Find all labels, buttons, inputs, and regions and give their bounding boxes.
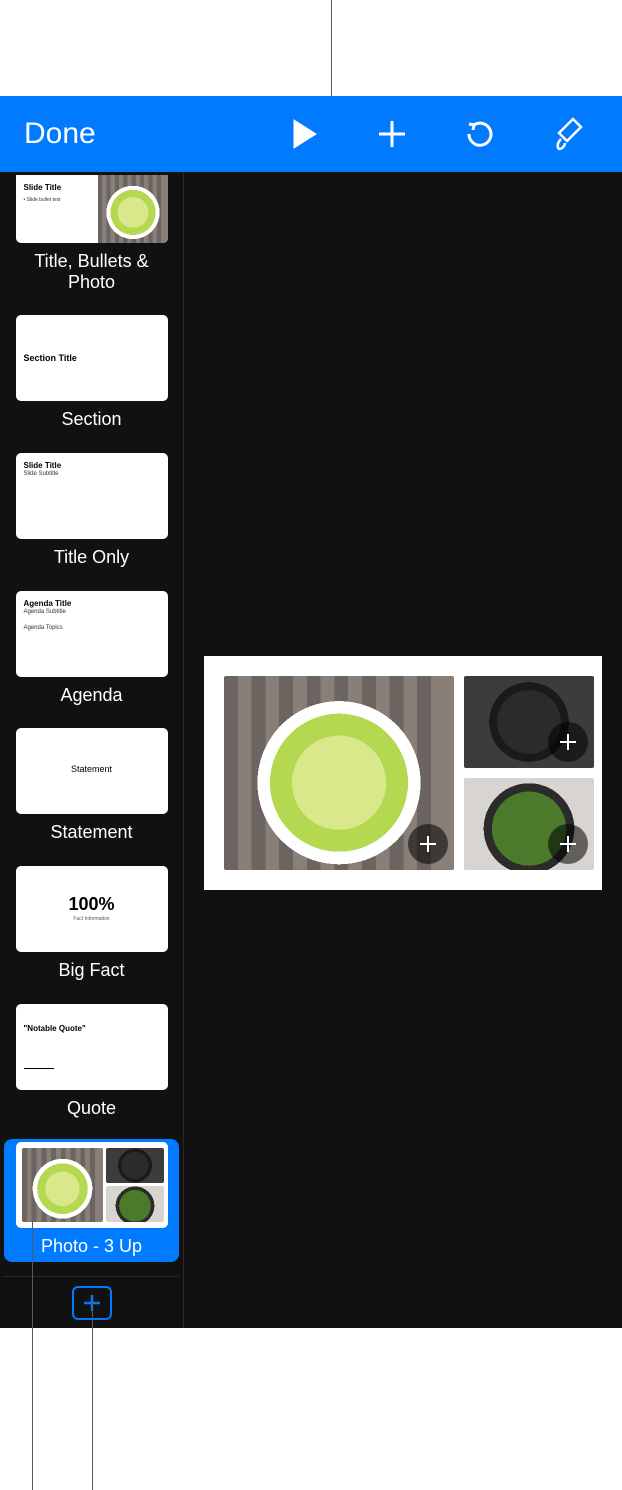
- replace-image-button[interactable]: [548, 722, 588, 762]
- paintbrush-icon: [551, 115, 585, 153]
- plus-icon: [556, 730, 580, 754]
- thumb-title: Agenda Title: [24, 599, 72, 608]
- plus-icon: [375, 117, 409, 151]
- workarea: Slide Title • Slide bullet text Title, B…: [0, 172, 622, 1328]
- thumb-photo: [106, 1186, 165, 1222]
- slide-canvas[interactable]: [204, 656, 602, 890]
- layout-photo-3-up[interactable]: Photo - 3 Up: [4, 1139, 179, 1263]
- layout-thumb: Slide Title Slide Subtitle: [16, 453, 168, 539]
- plus-icon: [416, 832, 440, 856]
- thumb-extra: Agenda Topics: [24, 625, 63, 631]
- layout-thumb: Slide Title • Slide bullet text: [16, 175, 168, 243]
- replace-image-button[interactable]: [548, 824, 588, 864]
- layout-section[interactable]: Section Title Section: [4, 312, 179, 436]
- thumb-quote: "Notable Quote": [24, 1024, 86, 1033]
- layout-label: Title Only: [54, 547, 129, 568]
- thumb-subtitle: Agenda Subtitle: [24, 609, 66, 615]
- layout-thumb: [16, 1142, 168, 1228]
- layout-label: Big Fact: [58, 960, 124, 981]
- layout-label: Quote: [67, 1098, 116, 1119]
- insert-button[interactable]: [348, 96, 436, 172]
- image-placeholder-top-right[interactable]: [464, 676, 594, 768]
- toolbar: Done: [0, 96, 622, 172]
- slide-layout-sidebar[interactable]: Slide Title • Slide bullet text Title, B…: [0, 172, 184, 1328]
- layout-label: Photo - 3 Up: [41, 1236, 142, 1257]
- replace-image-button[interactable]: [408, 824, 448, 864]
- plus-icon: [556, 832, 580, 856]
- layout-agenda[interactable]: Agenda Title Agenda Subtitle Agenda Topi…: [4, 588, 179, 712]
- keynote-app: Done Slide Title • Slide bullet text Tit…: [0, 96, 622, 1328]
- thumb-attribution-line: [24, 1068, 54, 1069]
- layout-statement[interactable]: Statement Statement: [4, 725, 179, 849]
- layout-thumb: Statement: [16, 728, 168, 814]
- image-placeholder-bottom-right[interactable]: [464, 778, 594, 870]
- thumb-title: Slide Title: [24, 461, 62, 470]
- play-button[interactable]: [260, 96, 348, 172]
- layout-big-fact[interactable]: 100% Fact Information Big Fact: [4, 863, 179, 987]
- layout-label: Title, Bullets & Photo: [12, 251, 172, 292]
- layout-label: Section: [61, 409, 121, 430]
- layout-thumb: 100% Fact Information: [16, 866, 168, 952]
- layout-quote[interactable]: "Notable Quote" Quote: [4, 1001, 179, 1125]
- layout-title-bullets-photo[interactable]: Slide Title • Slide bullet text Title, B…: [4, 172, 179, 298]
- layout-label: Statement: [50, 822, 132, 843]
- thumb-center-sub: Fact Information: [16, 916, 168, 922]
- thumb-photo: [98, 175, 168, 243]
- image-placeholder-large[interactable]: [224, 676, 454, 870]
- undo-icon: [463, 117, 497, 151]
- thumb-title: Slide Title: [24, 183, 62, 192]
- callout-line-bottom-1: [32, 1220, 33, 1490]
- play-icon: [290, 118, 318, 150]
- layout-thumb: "Notable Quote": [16, 1004, 168, 1090]
- layout-thumb: Agenda Title Agenda Subtitle Agenda Topi…: [16, 591, 168, 677]
- undo-button[interactable]: [436, 96, 524, 172]
- thumb-bullet: • Slide bullet text: [24, 197, 61, 203]
- done-button[interactable]: Done: [10, 117, 110, 151]
- slide-canvas-area[interactable]: [184, 172, 622, 1328]
- thumb-center: 100%: [16, 894, 168, 915]
- thumb-subtitle: Slide Subtitle: [24, 471, 59, 477]
- thumb-photo: [106, 1148, 165, 1184]
- layout-label: Agenda: [60, 685, 122, 706]
- callout-line-bottom-2: [92, 1300, 93, 1490]
- layout-title-only[interactable]: Slide Title Slide Subtitle Title Only: [4, 450, 179, 574]
- format-button[interactable]: [524, 96, 612, 172]
- thumb-photo: [22, 1148, 103, 1222]
- layout-thumb: Section Title: [16, 315, 168, 401]
- thumb-3up-grid: [22, 1148, 162, 1222]
- thumb-center: Statement: [16, 764, 168, 774]
- thumb-title: Section Title: [24, 353, 77, 363]
